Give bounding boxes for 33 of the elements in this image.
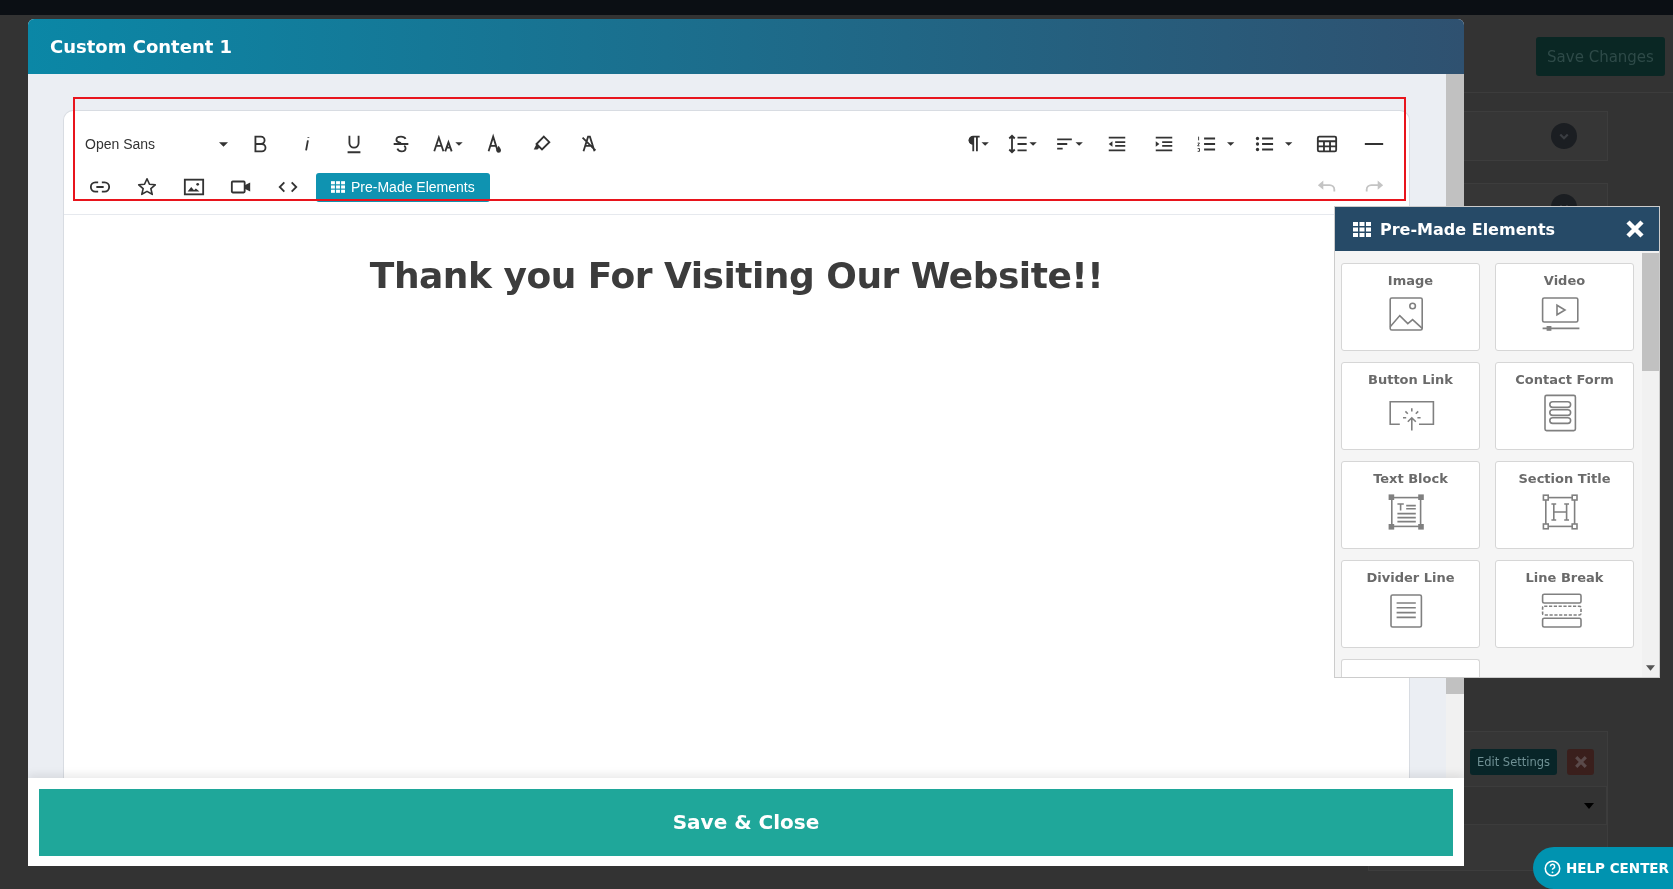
element-label: Image bbox=[1387, 273, 1434, 288]
element-label: Line Break bbox=[1525, 570, 1604, 585]
save-close-button[interactable]: Save & Close bbox=[39, 788, 1453, 856]
caret-icon[interactable] bbox=[1646, 665, 1655, 671]
element-card[interactable]: Button Link bbox=[1341, 362, 1480, 450]
element-label: Contact Form bbox=[1515, 372, 1614, 387]
element-card[interactable]: Section Title bbox=[1495, 461, 1634, 549]
element-card[interactable]: Divider Line bbox=[1341, 560, 1480, 648]
premade-elements-button[interactable]: Pre-Made Elements bbox=[316, 172, 490, 202]
help-center-button[interactable]: HELP CENTER bbox=[1533, 847, 1673, 889]
content-heading[interactable]: Thank you For Visiting Our Website!! bbox=[369, 255, 1104, 305]
modal-title: Custom Content 1 bbox=[50, 36, 233, 57]
element-card[interactable]: Image bbox=[1341, 263, 1480, 351]
grid-icon bbox=[1353, 221, 1371, 237]
element-label: Section Title bbox=[1518, 471, 1611, 486]
help-icon bbox=[1544, 859, 1561, 877]
edit-settings-button[interactable]: Edit Settings bbox=[1469, 749, 1557, 775]
font-select[interactable]: Open Sans bbox=[76, 127, 236, 161]
scrollbar[interactable] bbox=[1642, 251, 1659, 677]
grid-icon bbox=[331, 181, 345, 193]
caret-icon bbox=[219, 141, 228, 147]
panel-title: Pre-Made Elements bbox=[1380, 219, 1557, 239]
element-card[interactable]: Line Break bbox=[1495, 560, 1634, 648]
element-label: Video bbox=[1543, 273, 1586, 288]
close-icon[interactable] bbox=[1625, 219, 1645, 239]
caret-icon bbox=[1584, 802, 1594, 809]
element-card[interactable]: Video bbox=[1495, 263, 1634, 351]
close-icon bbox=[1572, 754, 1589, 770]
element-label: Divider Line bbox=[1366, 570, 1455, 585]
element-card[interactable]: Text Block bbox=[1341, 461, 1480, 549]
element-card[interactable]: Contact Form bbox=[1495, 362, 1634, 450]
element-label: Text Block bbox=[1373, 471, 1448, 486]
element-label: Button Link bbox=[1368, 372, 1453, 387]
